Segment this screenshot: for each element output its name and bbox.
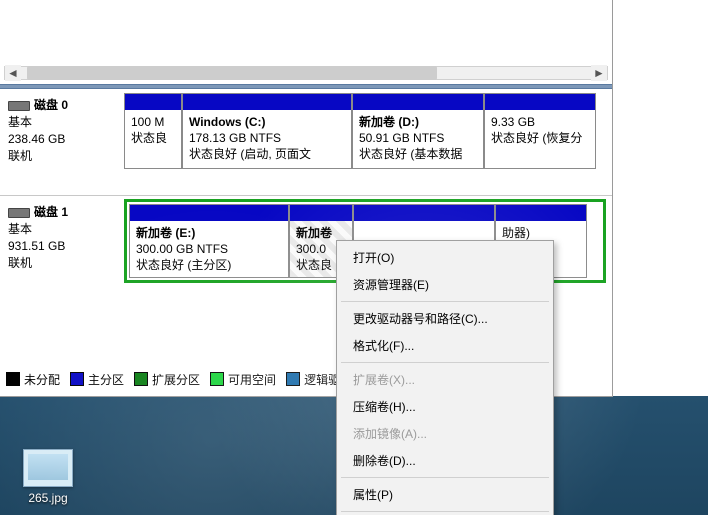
partition-size: 100 M: [131, 115, 164, 129]
disk-type: 基本: [8, 114, 118, 131]
desktop-file-icon[interactable]: 265.jpg: [12, 449, 84, 505]
legend-swatch: [134, 372, 148, 386]
legend-item: 逻辑驱: [286, 371, 340, 388]
legend-item: 扩展分区: [134, 371, 200, 388]
legend-item: 未分配: [6, 371, 60, 388]
menu-item: 扩展卷(X)...: [339, 366, 551, 393]
partition-title: 新加卷 (D:): [359, 115, 419, 129]
window-right-strip: [612, 0, 708, 396]
menu-item: 添加镜像(A)...: [339, 420, 551, 447]
partition-body: 9.33 GB 状态良好 (恢复分: [485, 110, 595, 168]
partition-header: [353, 94, 483, 110]
disk-name: 磁盘 1: [34, 205, 68, 219]
partition-body: Windows (C:) 178.13 GB NTFS 状态良好 (启动, 页面文: [183, 110, 351, 168]
partition-header: [183, 94, 351, 110]
disk-size: 238.46 GB: [8, 131, 118, 148]
menu-item[interactable]: 资源管理器(E): [339, 271, 551, 298]
partition-status: 状态良: [131, 131, 167, 145]
menu-separator: [341, 301, 549, 302]
menu-item[interactable]: 属性(P): [339, 481, 551, 508]
partition-status: 状态良好 (恢复分: [491, 131, 582, 145]
disk-meta: 磁盘 1 基本931.51 GB联机: [0, 196, 124, 286]
menu-item[interactable]: 压缩卷(H)...: [339, 393, 551, 420]
partition-header: [485, 94, 595, 110]
partition[interactable]: 100 M 状态良: [124, 93, 182, 169]
partition-status: 助器): [502, 226, 530, 240]
partition[interactable]: Windows (C:) 178.13 GB NTFS 状态良好 (启动, 页面文: [182, 93, 352, 169]
partition-body: 100 M 状态良: [125, 110, 181, 168]
menu-item[interactable]: 格式化(F)...: [339, 332, 551, 359]
scroll-left-button[interactable]: ◄: [5, 65, 21, 81]
partitions: 100 M 状态良 Windows (C:) 178.13 GB NTFS 状态良好 (…: [124, 89, 612, 173]
partition-size: 178.13 GB NTFS: [189, 131, 281, 145]
legend-item: 主分区: [70, 371, 124, 388]
partition[interactable]: 9.33 GB 状态良好 (恢复分: [484, 93, 596, 169]
partition-header: [130, 205, 288, 221]
disk-online: 联机: [8, 148, 118, 165]
legend: 未分配 主分区 扩展分区 可用空间 逻辑驱: [6, 371, 340, 388]
disk-gap: [0, 173, 612, 195]
partition-status: 状态良好 (主分区): [136, 258, 231, 272]
partition-size: 9.33 GB: [491, 115, 535, 129]
partition-size: 50.91 GB NTFS: [359, 131, 444, 145]
volume-list-pane: ◄ ►: [0, 0, 612, 84]
disk-icon: [8, 208, 30, 218]
partition-status: 状态良好 (启动, 页面文: [189, 147, 311, 161]
partition-header: [496, 205, 586, 221]
legend-label: 主分区: [88, 373, 124, 387]
legend-swatch: [6, 372, 20, 386]
legend-label: 逻辑驱: [304, 373, 340, 387]
menu-item[interactable]: 打开(O): [339, 244, 551, 271]
legend-swatch: [210, 372, 224, 386]
legend-label: 扩展分区: [152, 373, 200, 387]
menu-item[interactable]: 删除卷(D)...: [339, 447, 551, 474]
menu-separator: [341, 511, 549, 512]
partition-header: [290, 205, 352, 221]
image-thumbnail-icon: [23, 449, 73, 487]
partition-body: 新加卷 (D:) 50.91 GB NTFS 状态良好 (基本数据: [353, 110, 483, 168]
disk-online: 联机: [8, 255, 118, 272]
menu-separator: [341, 477, 549, 478]
disk-type: 基本: [8, 221, 118, 238]
partition-size: 300.0: [296, 242, 326, 256]
partition-body: 新加卷 (E:) 300.00 GB NTFS 状态良好 (主分区): [130, 221, 288, 277]
scroll-right-button[interactable]: ►: [591, 65, 607, 81]
scroll-thumb[interactable]: [27, 66, 437, 80]
legend-swatch: [286, 372, 300, 386]
disk-size: 931.51 GB: [8, 238, 118, 255]
menu-separator: [341, 362, 549, 363]
partition-status: 状态良: [296, 258, 332, 272]
partition-header: [354, 205, 494, 221]
disk-row: 磁盘 0 基本238.46 GB联机 100 M 状态良 Windows (C:) 178…: [0, 89, 612, 173]
chevron-right-icon: ►: [593, 66, 605, 80]
disk-name: 磁盘 0: [34, 98, 68, 112]
disk-meta: 磁盘 0 基本238.46 GB联机: [0, 89, 124, 173]
partition[interactable]: 新加卷 (D:) 50.91 GB NTFS 状态良好 (基本数据: [352, 93, 484, 169]
legend-label: 未分配: [24, 373, 60, 387]
partition-title: 新加卷 (E:): [136, 226, 195, 240]
screenshot-stage: ◄ ► 磁盘 0基本238.46 GB联机100 M状态良Windows (C:…: [0, 0, 708, 515]
legend-item: 可用空间: [210, 371, 276, 388]
partition-header: [125, 94, 181, 110]
legend-swatch: [70, 372, 84, 386]
chevron-left-icon: ◄: [7, 66, 19, 80]
legend-label: 可用空间: [228, 373, 276, 387]
partition[interactable]: 新加卷 (E:) 300.00 GB NTFS 状态良好 (主分区): [129, 204, 289, 278]
partition-title: 新加卷: [296, 226, 332, 240]
partition-status: 状态良好 (基本数据: [359, 147, 462, 161]
horizontal-scrollbar[interactable]: ◄ ►: [4, 66, 608, 80]
menu-item[interactable]: 更改驱动器号和路径(C)...: [339, 305, 551, 332]
partition-size: 300.00 GB NTFS: [136, 242, 228, 256]
context-menu[interactable]: 打开(O)资源管理器(E) 更改驱动器号和路径(C)...格式化(F)... 扩展卷…: [336, 240, 554, 515]
partition-title: Windows (C:): [189, 115, 266, 129]
disk-icon: [8, 101, 30, 111]
scroll-track[interactable]: [21, 65, 591, 81]
desktop-file-label: 265.jpg: [12, 491, 84, 505]
